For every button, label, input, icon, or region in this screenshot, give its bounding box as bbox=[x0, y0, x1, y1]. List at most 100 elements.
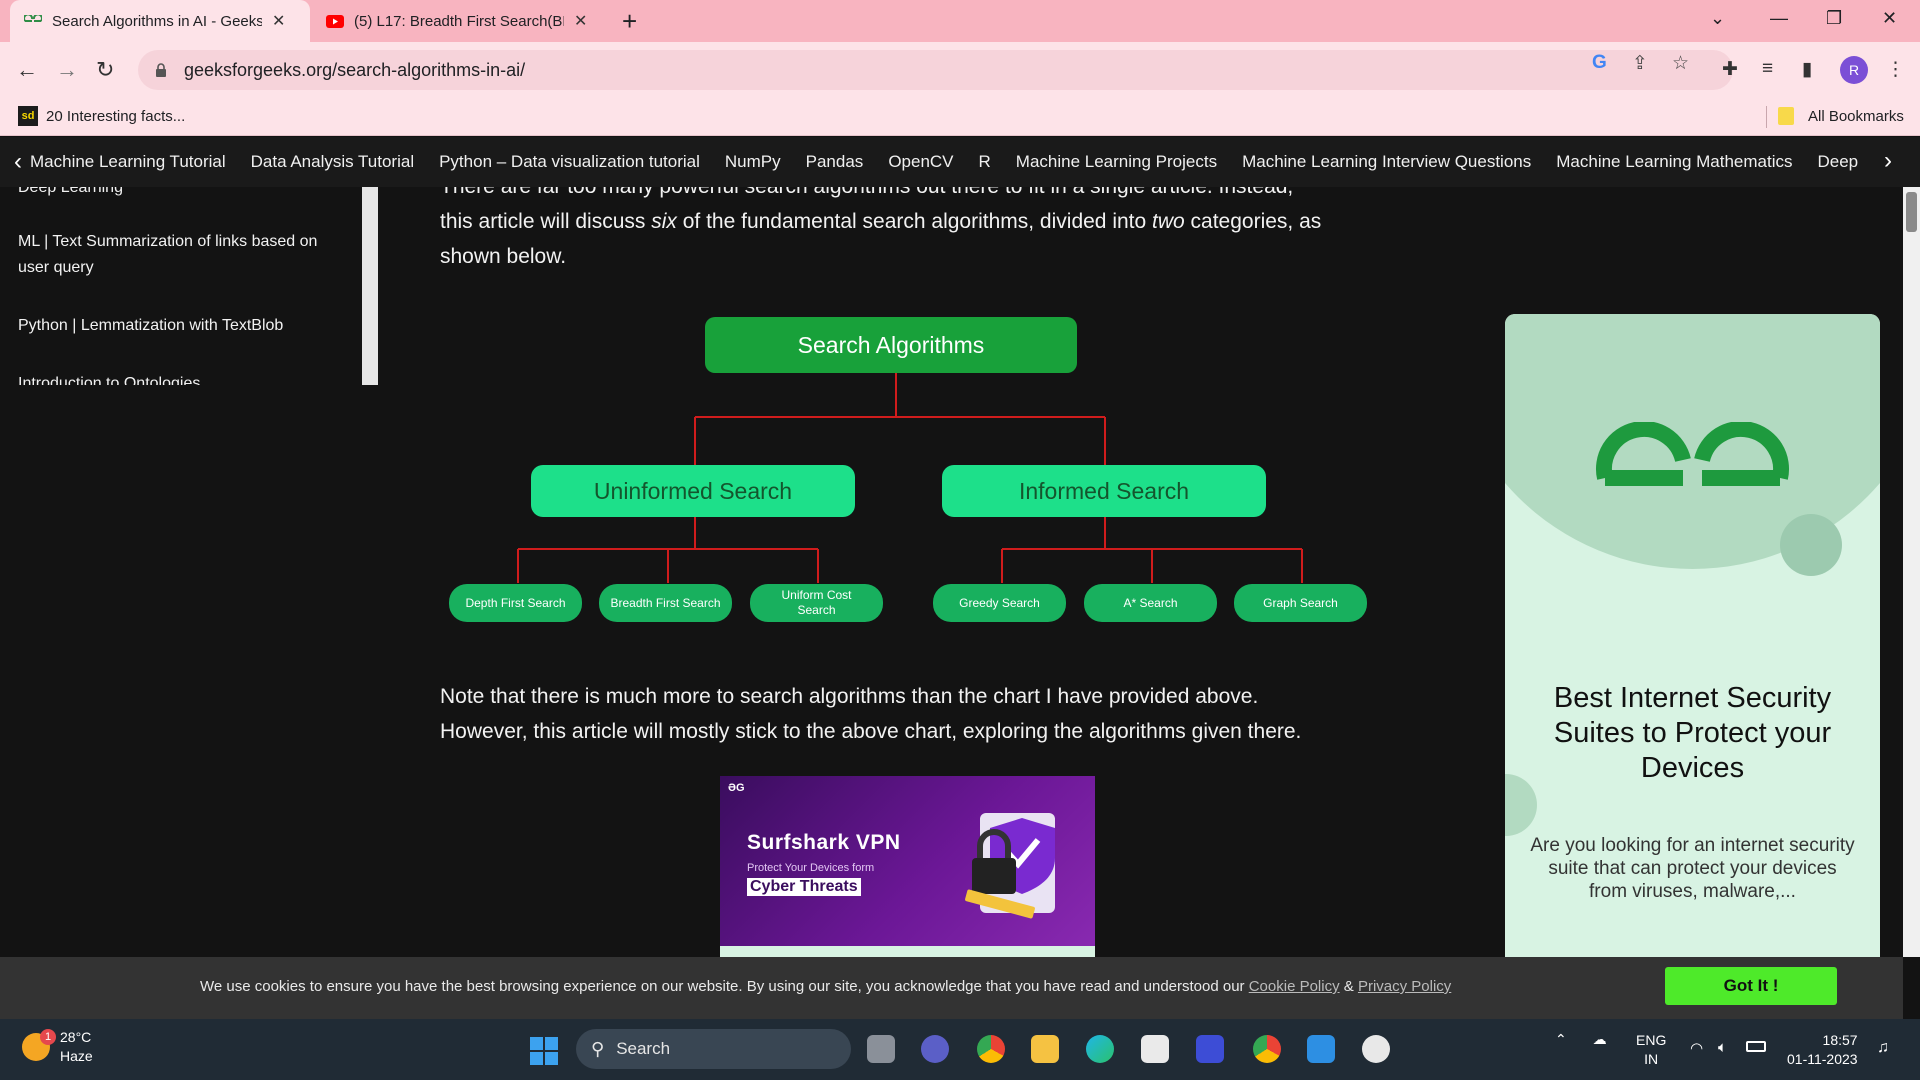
profile-avatar[interactable]: R bbox=[1840, 56, 1868, 84]
photos-icon[interactable] bbox=[1307, 1035, 1335, 1063]
surfshark-ad-banner[interactable]: ƏG Surfshark VPN Protect Your Devices fo… bbox=[720, 776, 1095, 957]
node-search-algorithms: Search Algorithms bbox=[705, 317, 1077, 373]
weather-widget[interactable]: 1 28°C Haze bbox=[22, 1028, 93, 1066]
share-icon[interactable]: ⇪ bbox=[1632, 52, 1648, 75]
cookie-policy-link[interactable]: Cookie Policy bbox=[1249, 978, 1340, 995]
nav-item[interactable]: R bbox=[979, 152, 991, 172]
bookmark-item[interactable]: sd 20 Interesting facts... bbox=[18, 106, 185, 126]
gfg-logo-icon bbox=[1596, 422, 1789, 486]
minimize-icon[interactable]: — bbox=[1770, 8, 1788, 29]
tab-bar: Search Algorithms in AI - Geeksf ✕ (5) L… bbox=[0, 0, 1920, 42]
language-indicator[interactable]: ENG IN bbox=[1636, 1031, 1666, 1069]
battery-icon[interactable] bbox=[1746, 1041, 1766, 1052]
article-paragraph: Note that there is much more to search a… bbox=[440, 679, 1400, 749]
emphasis: two bbox=[1152, 210, 1185, 233]
network-status-icon[interactable]: ☁ bbox=[1593, 1031, 1607, 1047]
chevron-up-icon[interactable]: ⌃ bbox=[1555, 1031, 1567, 1047]
reload-icon[interactable]: ↻ bbox=[96, 57, 114, 83]
sd-site-icon: sd bbox=[18, 106, 38, 126]
text-line: However, this article will mostly stick … bbox=[440, 720, 1302, 743]
nav-item[interactable]: Data Analysis Tutorial bbox=[251, 152, 414, 172]
scrollbar-thumb[interactable] bbox=[1906, 192, 1917, 232]
bookmark-label: 20 Interesting facts... bbox=[46, 107, 186, 125]
ad-title: Surfshark VPN bbox=[747, 831, 901, 854]
back-icon[interactable]: ← bbox=[16, 57, 38, 83]
time: 18:57 bbox=[1822, 1032, 1858, 1048]
nav-item[interactable]: Machine Learning Projects bbox=[1016, 152, 1217, 172]
chevron-right-icon[interactable]: › bbox=[1884, 147, 1892, 175]
all-bookmarks[interactable]: All Bookmarks bbox=[1778, 107, 1904, 125]
bookmarks-bar: sd 20 Interesting facts... All Bookmarks bbox=[0, 98, 1920, 136]
forward-icon[interactable]: → bbox=[56, 57, 78, 83]
task-view-icon[interactable] bbox=[867, 1035, 895, 1063]
notification-badge: 1 bbox=[40, 1029, 56, 1045]
youtube-icon bbox=[326, 12, 344, 30]
menu-kebab-icon[interactable]: ⋮ bbox=[1886, 58, 1905, 81]
media-control-icon[interactable]: ≡ bbox=[1762, 58, 1773, 80]
sidebar-link[interactable]: Introduction to Ontologies bbox=[18, 371, 348, 385]
page-scrollbar[interactable] bbox=[1903, 187, 1920, 957]
sidebar-link[interactable]: ML | Text Summarization of links based o… bbox=[18, 229, 348, 281]
close-tab-icon[interactable]: ✕ bbox=[272, 11, 285, 31]
tab-youtube[interactable]: (5) L17: Breadth First Search(BFS ✕ bbox=[312, 0, 612, 42]
nav-item[interactable]: Machine Learning Tutorial bbox=[30, 152, 226, 172]
chat-icon[interactable] bbox=[921, 1035, 949, 1063]
chevron-left-icon[interactable]: ‹ bbox=[14, 148, 22, 176]
windows-taskbar: 1 28°C Haze ⚲ Search ⌃ ☁ ENG IN ◠ 🔈︎ 18:… bbox=[0, 1019, 1920, 1080]
restore-icon[interactable]: ❐ bbox=[1826, 8, 1842, 29]
sidebar-link[interactable]: Python | Lemmatization with TextBlob bbox=[18, 313, 348, 339]
sidebar-scrollbar[interactable] bbox=[362, 187, 378, 385]
clock[interactable]: 18:57 01-11-2023 bbox=[1787, 1031, 1858, 1069]
node-graph-search: Graph Search bbox=[1234, 584, 1367, 622]
got-it-button[interactable]: Got It ! bbox=[1665, 967, 1837, 1005]
nav-item[interactable]: Pandas bbox=[806, 152, 864, 172]
padlock-shield-icon bbox=[965, 813, 1055, 919]
nav-item[interactable]: Deep bbox=[1817, 152, 1858, 172]
node-informed-search: Informed Search bbox=[942, 465, 1266, 517]
extensions-icon[interactable]: ✚ bbox=[1722, 58, 1738, 81]
editor-app-icon[interactable] bbox=[1196, 1035, 1224, 1063]
sidebar-link[interactable]: Deep Learning bbox=[18, 187, 348, 201]
weather-condition: Haze bbox=[60, 1048, 93, 1064]
start-button[interactable] bbox=[530, 1037, 558, 1065]
new-tab-button[interactable]: + bbox=[622, 6, 637, 37]
emphasis: six bbox=[651, 210, 677, 233]
taskbar-search[interactable]: ⚲ Search bbox=[576, 1029, 851, 1069]
ad-footer-strip bbox=[720, 946, 1095, 957]
cookie-text: We use cookies to ensure you have the be… bbox=[200, 978, 1451, 995]
nav-item[interactable]: NumPy bbox=[725, 152, 781, 172]
google-lens-icon[interactable]: G bbox=[1592, 52, 1607, 74]
nav-item[interactable]: Machine Learning Interview Questions bbox=[1242, 152, 1531, 172]
topic-nav-bar: ‹ Machine Learning Tutorial Data Analysi… bbox=[0, 137, 1920, 187]
edge-icon[interactable] bbox=[1086, 1035, 1114, 1063]
text-line: There are far too many powerful search a… bbox=[440, 187, 1400, 204]
nav-item[interactable]: Machine Learning Mathematics bbox=[1556, 152, 1792, 172]
nav-item[interactable]: Python – Data visualization tutorial bbox=[439, 152, 700, 172]
system-tray[interactable]: ⌃ ☁ bbox=[1555, 1031, 1607, 1048]
close-tab-icon[interactable]: ✕ bbox=[574, 11, 587, 31]
lock-icon bbox=[156, 63, 166, 77]
chrome-profile-icon[interactable] bbox=[1253, 1035, 1281, 1063]
tab-search-chevron-icon[interactable]: ⌄ bbox=[1710, 8, 1725, 29]
close-window-icon[interactable]: ✕ bbox=[1882, 8, 1897, 29]
node-breadth-first-search: Breadth First Search bbox=[599, 584, 732, 622]
store-icon[interactable] bbox=[1141, 1035, 1169, 1063]
privacy-policy-link[interactable]: Privacy Policy bbox=[1358, 978, 1451, 995]
url-text: geeksforgeeks.org/search-algorithms-in-a… bbox=[184, 59, 526, 80]
search-icon: ⚲ bbox=[591, 1038, 605, 1059]
bookmark-star-icon[interactable]: ☆ bbox=[1672, 52, 1689, 75]
notification-bell-icon[interactable]: ♫ bbox=[1877, 1039, 1889, 1057]
node-uniform-cost-search: Uniform Cost Search bbox=[750, 584, 883, 622]
recorder-icon[interactable] bbox=[1362, 1035, 1390, 1063]
promo-card[interactable]: Best Internet Security Suites to Protect… bbox=[1505, 314, 1880, 957]
chrome-icon[interactable] bbox=[977, 1035, 1005, 1063]
address-bar[interactable]: geeksforgeeks.org/search-algorithms-in-a… bbox=[138, 50, 1733, 90]
nav-item[interactable]: OpenCV bbox=[888, 152, 953, 172]
file-explorer-icon[interactable] bbox=[1031, 1035, 1059, 1063]
tab-geeksforgeeks[interactable]: Search Algorithms in AI - Geeksf ✕ bbox=[10, 0, 310, 42]
weather-text: 28°C Haze bbox=[60, 1028, 93, 1066]
volume-icon[interactable]: 🔈︎ bbox=[1718, 1039, 1727, 1056]
wifi-icon[interactable]: ◠ bbox=[1690, 1039, 1703, 1057]
side-panel-icon[interactable]: ▮ bbox=[1802, 58, 1812, 81]
search-algorithms-diagram: Search Algorithms Uninformed Search Info… bbox=[430, 312, 1380, 652]
